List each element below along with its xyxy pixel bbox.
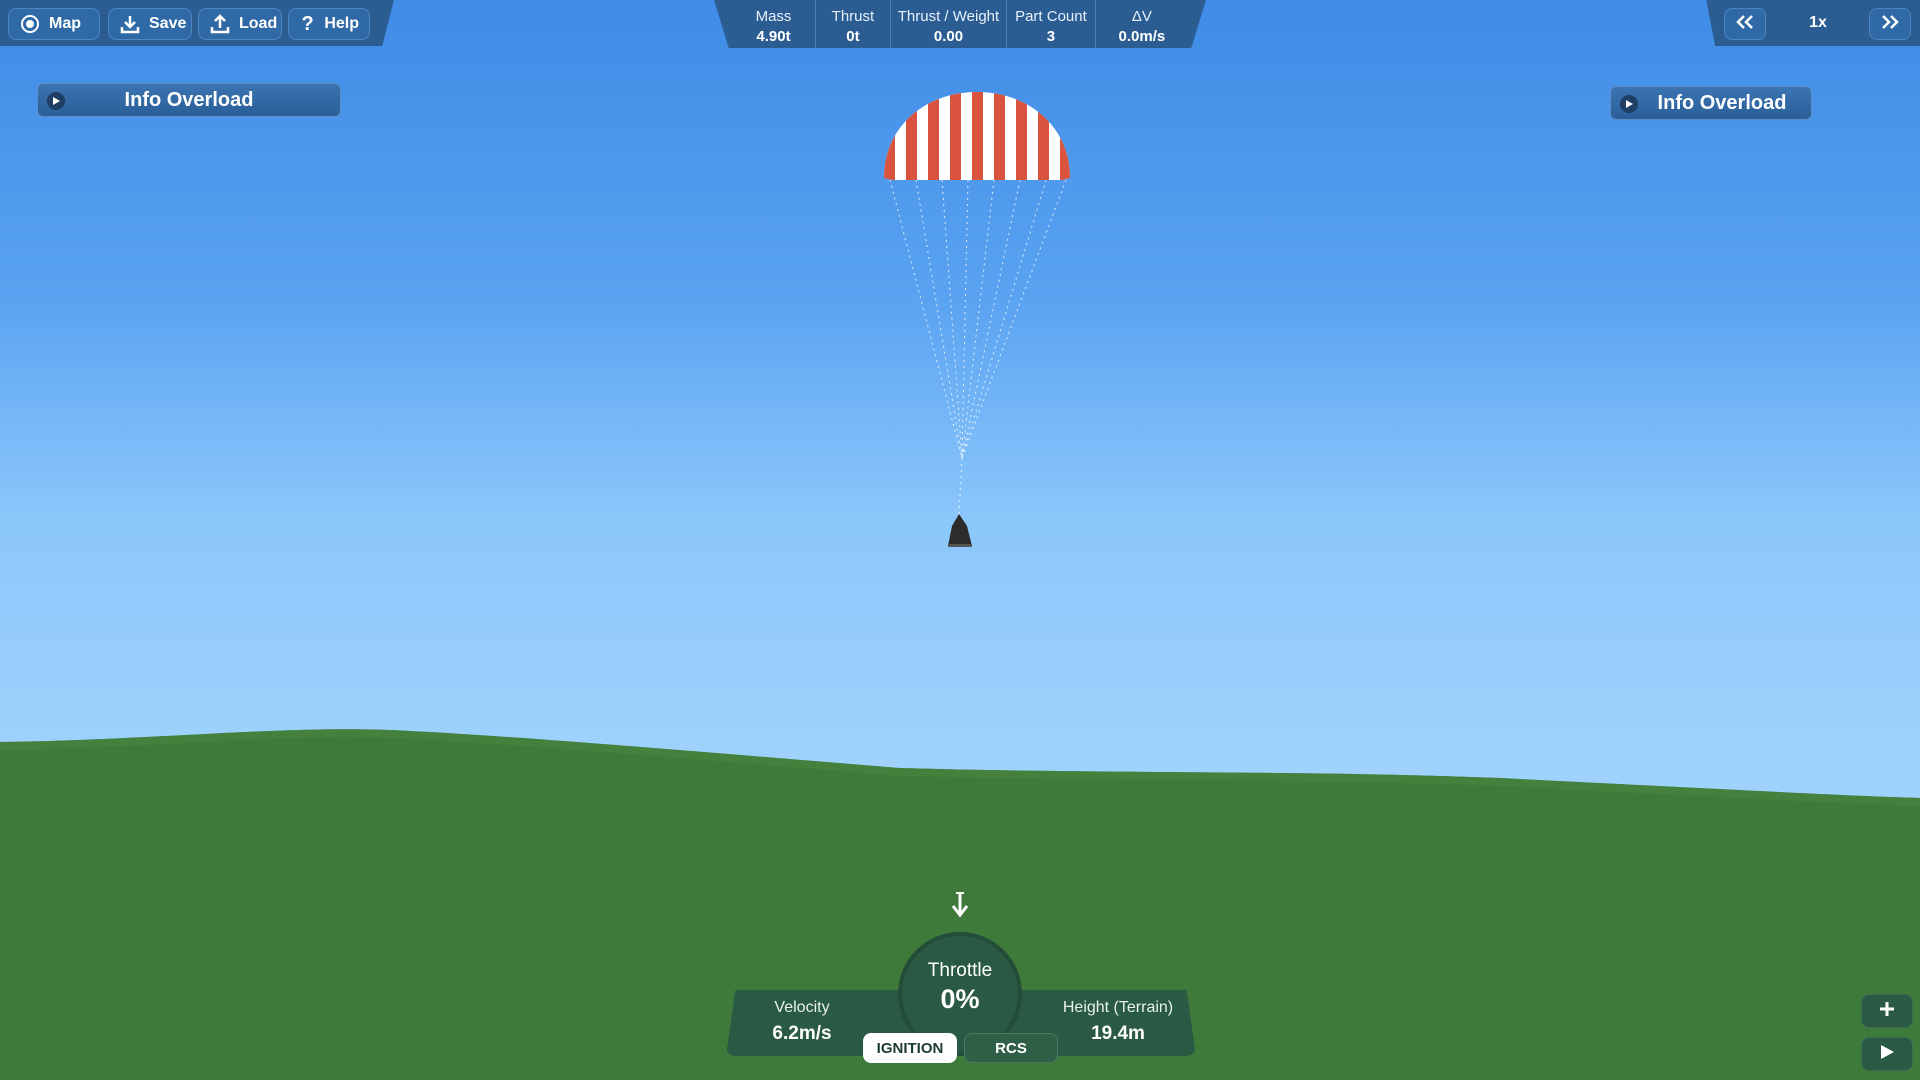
stat-delta-v-label: ΔV xyxy=(1131,8,1152,25)
stat-thrust-value: 0t xyxy=(846,28,860,45)
help-label: Help xyxy=(324,15,359,32)
help-button[interactable]: ? Help xyxy=(288,8,370,40)
zoom-in-button[interactable] xyxy=(1861,994,1913,1028)
stat-mass-value: 4.90t xyxy=(756,28,791,45)
stat-part-count-label: Part Count xyxy=(1015,8,1087,25)
stat-thrust: Thrust 0t xyxy=(816,0,891,48)
throttle-value: 0% xyxy=(940,984,980,1014)
expand-arrow-icon[interactable] xyxy=(1620,95,1638,113)
parachute xyxy=(884,92,1070,547)
ignition-button[interactable]: IGNITION xyxy=(863,1033,957,1063)
info-overload-left[interactable]: Info Overload xyxy=(37,83,341,117)
download-icon xyxy=(119,13,141,35)
timewarp-slower-button[interactable] xyxy=(1724,8,1766,40)
info-overload-right-label: Info Overload xyxy=(1657,91,1787,114)
save-label: Save xyxy=(149,15,187,32)
velocity-value: 6.2m/s xyxy=(772,1023,832,1044)
stat-delta-v-value: 0.0m/s xyxy=(1118,28,1166,45)
expand-arrow-icon[interactable] xyxy=(47,92,65,110)
velocity-label: Velocity xyxy=(774,999,830,1016)
stat-thrust-label: Thrust xyxy=(831,8,875,25)
play-button[interactable] xyxy=(1861,1037,1913,1071)
stat-delta-v: ΔV 0.0m/s xyxy=(1096,0,1188,48)
load-button[interactable]: Load xyxy=(198,8,282,40)
save-button[interactable]: Save xyxy=(108,8,192,40)
upload-icon xyxy=(209,13,231,35)
globe-icon xyxy=(19,13,41,35)
plus-icon xyxy=(1878,1000,1896,1023)
stat-part-count: Part Count 3 xyxy=(1007,0,1096,48)
height-label: Height (Terrain) xyxy=(1062,999,1174,1016)
stat-mass: Mass 4.90t xyxy=(732,0,817,48)
info-overload-right[interactable]: Info Overload xyxy=(1610,86,1812,120)
rcs-button[interactable]: RCS xyxy=(964,1033,1058,1063)
vehicle-stats-bar: Mass 4.90t Thrust 0t Thrust / Weight 0.0… xyxy=(714,0,1206,48)
height-readout: Height (Terrain) 19.4m xyxy=(1038,999,1198,1045)
stat-mass-label: Mass xyxy=(755,8,792,25)
timewarp-faster-button[interactable] xyxy=(1869,8,1911,40)
double-chevron-left-icon xyxy=(1735,14,1755,35)
stat-part-count-value: 3 xyxy=(1046,28,1056,45)
velocity-readout: Velocity 6.2m/s xyxy=(722,999,882,1045)
double-chevron-right-icon xyxy=(1880,14,1900,35)
down-arrow-icon xyxy=(950,890,970,925)
question-icon: ? xyxy=(301,12,314,35)
timewarp-speed: 1x xyxy=(1809,14,1827,31)
map-button[interactable]: Map xyxy=(8,8,100,40)
throttle-label: Throttle xyxy=(927,960,993,981)
play-icon xyxy=(1878,1043,1896,1066)
height-value: 19.4m xyxy=(1091,1023,1145,1044)
stat-twr: Thrust / Weight 0.00 xyxy=(891,0,1008,48)
info-overload-left-label: Info Overload xyxy=(124,88,254,111)
stat-twr-value: 0.00 xyxy=(933,28,964,45)
map-label: Map xyxy=(49,15,81,32)
stat-twr-label: Thrust / Weight xyxy=(897,8,1000,25)
load-label: Load xyxy=(239,15,278,32)
